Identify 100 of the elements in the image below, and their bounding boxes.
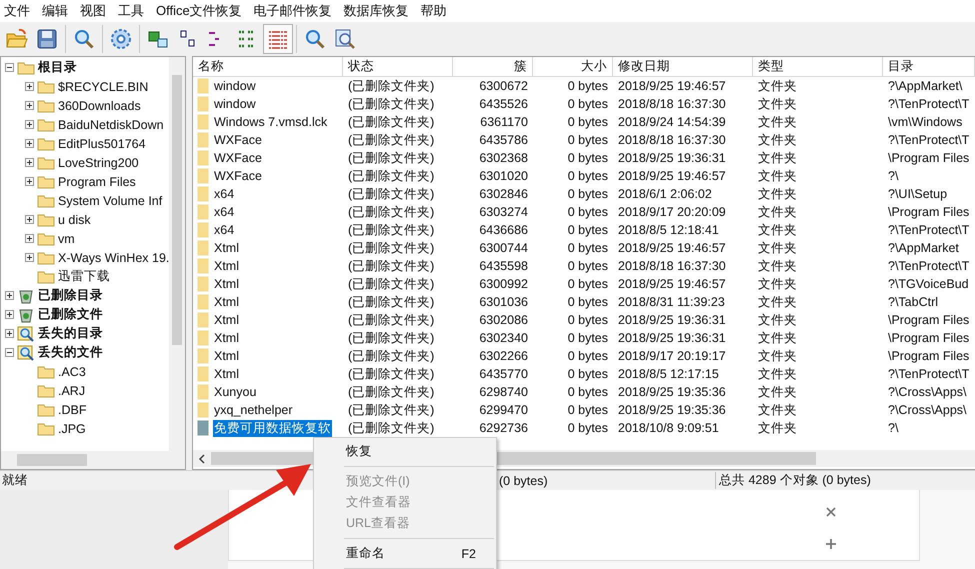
- file-name[interactable]: WXFace: [213, 151, 263, 165]
- collapse-icon[interactable]: [5, 348, 14, 357]
- tree-item[interactable]: 丢失的目录: [38, 325, 103, 342]
- column-header[interactable]: 状态: [343, 57, 453, 76]
- expand-icon[interactable]: [25, 234, 34, 243]
- tree-item[interactable]: LoveString200: [58, 156, 139, 170]
- folder-icon: [197, 150, 209, 166]
- file-name[interactable]: x64: [213, 187, 236, 201]
- tree-item[interactable]: 已删除目录: [38, 287, 103, 304]
- expand-icon[interactable]: [5, 310, 14, 319]
- menu-item[interactable]: 文件: [0, 1, 38, 21]
- expand-icon[interactable]: [25, 101, 34, 110]
- tree-item[interactable]: .ARJ: [58, 384, 86, 398]
- folder-icon: [197, 312, 209, 328]
- table-cell-text: 2018/9/17 20:20:09: [617, 205, 727, 219]
- tree-item[interactable]: .JPG: [58, 422, 86, 436]
- expand-icon[interactable]: [25, 177, 34, 186]
- menu-item[interactable]: 工具: [114, 1, 152, 21]
- folder-icon: [37, 364, 55, 378]
- tree-item[interactable]: vm: [58, 232, 75, 246]
- file-name[interactable]: 免费可用数据恢复软: [213, 420, 332, 436]
- file-name[interactable]: Windows 7.vmsd.lck: [213, 115, 328, 129]
- column-header[interactable]: 名称: [193, 57, 343, 76]
- table-cell-text: 文件夹: [757, 420, 798, 436]
- column-header[interactable]: 目录: [883, 57, 975, 76]
- file-name[interactable]: WXFace: [213, 133, 263, 147]
- folder-icon: [37, 80, 55, 94]
- column-header[interactable]: 簇: [453, 57, 533, 76]
- folder-icon: [37, 118, 55, 132]
- table-cell-text: 0 bytes: [566, 385, 609, 399]
- table-cell-text: 6435770: [478, 367, 529, 381]
- table-cell-text: 6303274: [478, 205, 529, 219]
- table-cell-text: 文件夹: [757, 312, 798, 328]
- file-name[interactable]: Xtml: [213, 331, 240, 345]
- file-name[interactable]: yxq_nethelper: [213, 403, 294, 417]
- tree-item[interactable]: .DBF: [58, 402, 86, 416]
- table-cell-text: (已删除文件夹): [347, 222, 436, 238]
- tree-item[interactable]: X-Ways WinHex 19.: [58, 250, 169, 264]
- tree-item[interactable]: u disk: [58, 212, 91, 226]
- close-icon[interactable]: [825, 506, 837, 518]
- tree-item[interactable]: Program Files: [58, 174, 136, 188]
- file-name[interactable]: Xtml: [213, 277, 240, 291]
- file-name[interactable]: WXFace: [213, 169, 263, 183]
- menu-item[interactable]: 重命名 F2: [314, 543, 496, 564]
- file-name[interactable]: Xunyou: [213, 385, 258, 399]
- tree-item[interactable]: 360Downloads: [58, 98, 141, 112]
- file-name[interactable]: x64: [213, 205, 236, 219]
- menu-item[interactable]: 数据库恢复: [340, 1, 417, 21]
- file-name[interactable]: Xtml: [213, 313, 240, 327]
- expand-icon[interactable]: [5, 291, 14, 300]
- expand-icon[interactable]: [25, 158, 34, 167]
- table-cell-text: \Program Files: [887, 151, 970, 165]
- tree-item[interactable]: 丢失的文件: [38, 344, 103, 361]
- menu-item[interactable]: 视图: [76, 1, 114, 21]
- table-cell-text: ?\TenProtect\T: [887, 259, 970, 273]
- folder-icon: [197, 222, 209, 238]
- tree-item[interactable]: BaiduNetdiskDown: [58, 118, 164, 132]
- menu-item[interactable]: 编辑: [38, 1, 76, 21]
- file-name[interactable]: Xtml: [213, 259, 240, 273]
- column-header[interactable]: 修改日期: [613, 57, 753, 76]
- file-name[interactable]: window: [213, 79, 257, 93]
- tree-item[interactable]: $RECYCLE.BIN: [58, 80, 148, 94]
- tree-item[interactable]: System Volume Inf: [58, 194, 162, 208]
- folder-icon: [37, 156, 55, 170]
- file-name[interactable]: window: [213, 97, 257, 111]
- table-cell-text: (已删除文件夹): [347, 78, 436, 94]
- tree-item[interactable]: EditPlus501764: [58, 136, 146, 150]
- expand-icon[interactable]: [25, 82, 34, 91]
- menu-item[interactable]: 恢复: [314, 441, 496, 462]
- collapse-icon[interactable]: [5, 63, 14, 72]
- status-text: 就绪: [2, 473, 28, 487]
- folder-icon: [197, 78, 209, 94]
- tree-item[interactable]: 根目录: [38, 59, 77, 76]
- expand-icon[interactable]: [25, 120, 34, 129]
- file-name[interactable]: Xtml: [213, 349, 240, 363]
- column-header[interactable]: 类型: [753, 57, 883, 76]
- expand-icon[interactable]: [25, 215, 34, 224]
- table-cell-text: 2018/9/25 19:46:57: [617, 277, 727, 291]
- tree-item[interactable]: 迅雷下载: [58, 268, 110, 285]
- file-name[interactable]: Xtml: [213, 367, 240, 381]
- list-view-icon[interactable]: [263, 24, 293, 54]
- tree-item[interactable]: .AC3: [58, 364, 86, 378]
- table-cell-text: 6300744: [478, 241, 529, 255]
- expand-icon[interactable]: [25, 253, 34, 262]
- plus-icon[interactable]: [825, 538, 837, 550]
- tree-item[interactable]: 已删除文件: [38, 306, 103, 323]
- horizontal-scrollbar[interactable]: [1, 451, 185, 469]
- column-header[interactable]: 大小: [533, 57, 613, 76]
- menu-item[interactable]: Office文件恢复: [152, 1, 250, 21]
- file-name[interactable]: Xtml: [213, 241, 240, 255]
- table-cell-text: (已删除文件夹): [347, 420, 436, 436]
- expand-icon[interactable]: [5, 329, 14, 338]
- file-name[interactable]: x64: [213, 223, 236, 237]
- table-cell-text: 文件夹: [757, 78, 798, 94]
- file-name[interactable]: Xtml: [213, 295, 240, 309]
- menu-item[interactable]: 帮助: [416, 1, 455, 21]
- folder-icon: [197, 294, 209, 310]
- vertical-scrollbar[interactable]: [169, 57, 185, 451]
- expand-icon[interactable]: [25, 139, 34, 148]
- menu-item[interactable]: 电子邮件恢复: [250, 1, 340, 21]
